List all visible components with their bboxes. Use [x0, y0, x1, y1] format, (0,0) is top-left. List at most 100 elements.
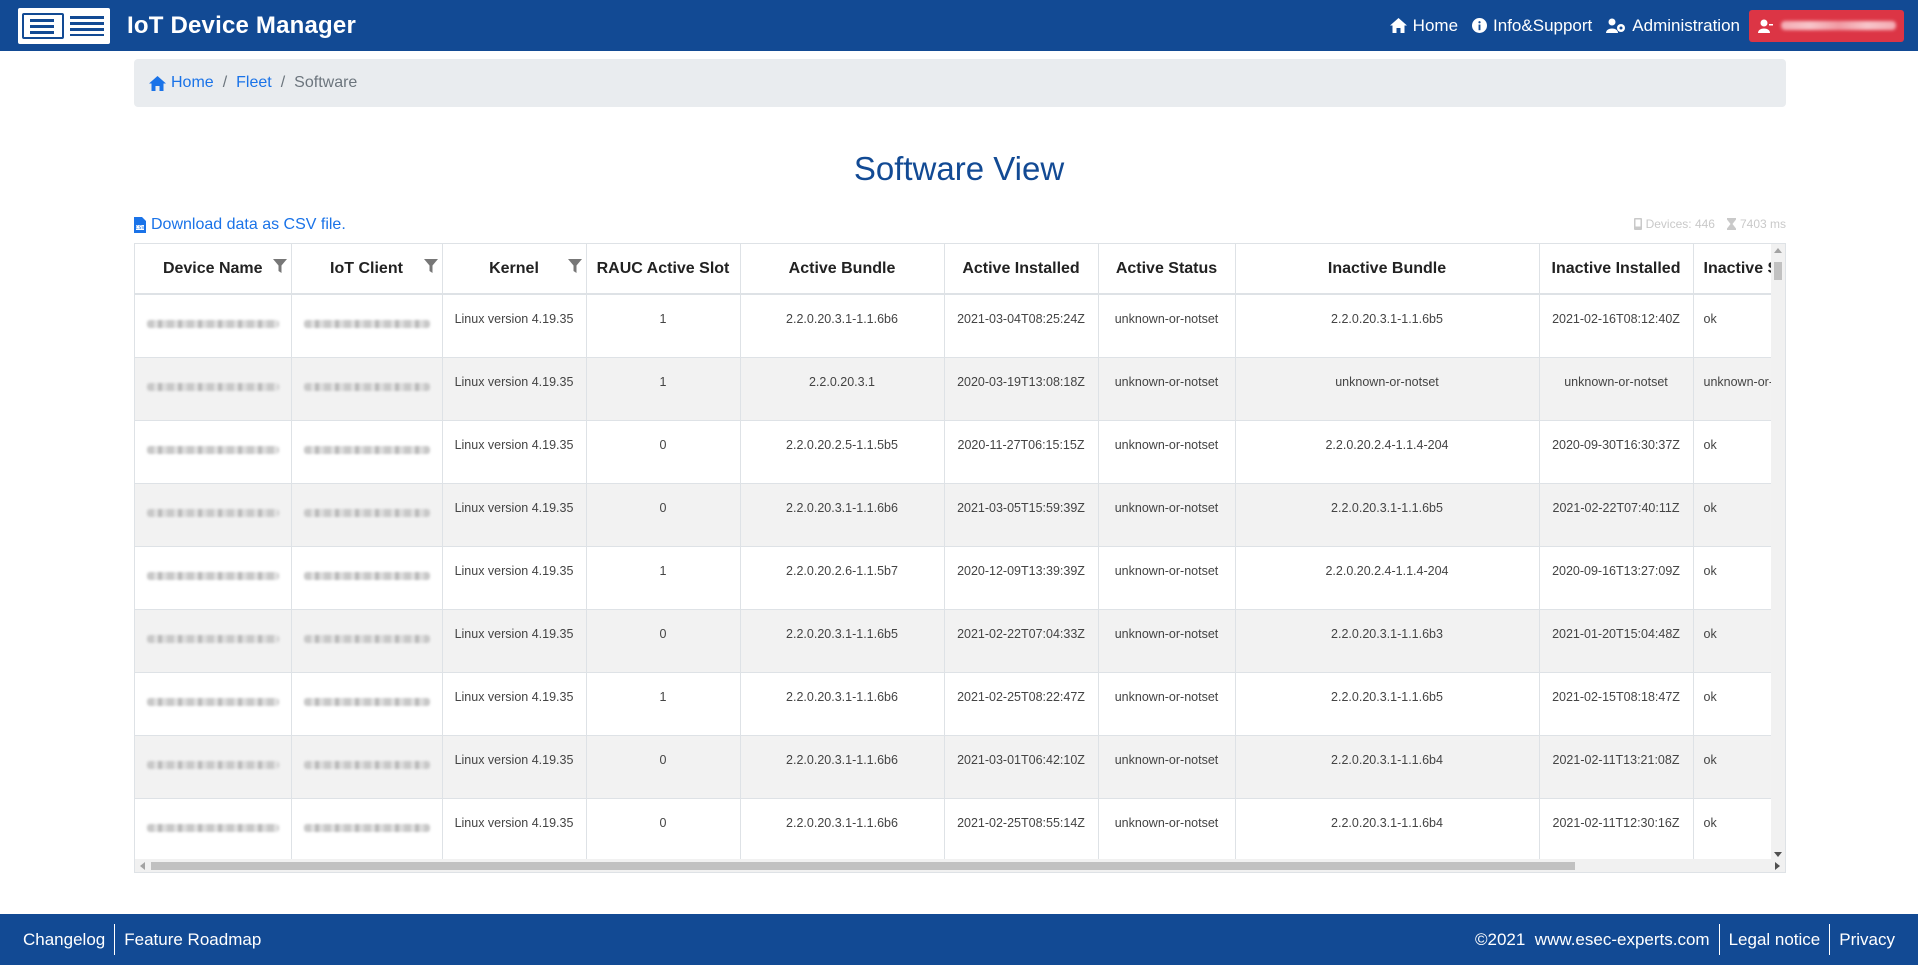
- active-bundle-cell: 2.2.0.20.3.1-1.1.6b6: [740, 483, 945, 547]
- kernel-cell: Linux version 4.19.35: [442, 546, 587, 610]
- table-row[interactable]: Linux version 4.19.35 1 2.2.0.20.3.1-1.1.6…: [135, 672, 1785, 736]
- scroll-down-arrow[interactable]: [1774, 852, 1782, 857]
- rauc-slot-cell: 1: [586, 546, 741, 610]
- home-icon: [149, 75, 166, 91]
- redacted-value: [303, 571, 430, 580]
- inactive-bundle-cell: 2.2.0.20.3.1-1.1.6b4: [1235, 735, 1540, 799]
- iot-client-cell: [291, 357, 443, 421]
- breadcrumb: Home / Fleet / Software: [134, 59, 1786, 107]
- active-bundle-cell: 2.2.0.20.3.1: [740, 357, 945, 421]
- inactive-installed-cell: 2021-01-20T15:04:48Z: [1539, 609, 1694, 673]
- redacted-value: [303, 445, 430, 454]
- filter-icon[interactable]: [423, 259, 438, 273]
- breadcrumb-home-link[interactable]: Home: [149, 74, 214, 92]
- rauc-slot-cell: 0: [586, 798, 741, 862]
- breadcrumb-fleet-link[interactable]: Fleet: [236, 74, 272, 92]
- active-status-cell: unknown-or-notset: [1098, 735, 1236, 799]
- footer: Changelog Feature Roadmap ©2021 www.esec…: [0, 914, 1918, 965]
- top-navbar: IoT Device Manager Home Info&Support Adm…: [0, 0, 1918, 51]
- users-cog-icon: [1606, 18, 1626, 33]
- active-bundle-cell: 2.2.0.20.3.1-1.1.6b6: [740, 798, 945, 862]
- redacted-value: [146, 634, 279, 643]
- table-row[interactable]: Linux version 4.19.35 0 2.2.0.20.3.1-1.1.6…: [135, 609, 1785, 673]
- csv-file-icon: CSV: [134, 217, 146, 233]
- vertical-scroll-thumb[interactable]: [1774, 262, 1782, 280]
- info-icon: [1472, 18, 1488, 33]
- nav-home-link[interactable]: Home: [1389, 16, 1458, 36]
- table-row[interactable]: Linux version 4.19.35 0 2.2.0.20.3.1-1.1.6…: [135, 798, 1785, 862]
- table-row[interactable]: Linux version 4.19.35 1 2.2.0.20.3.1 2020-0…: [135, 357, 1785, 421]
- column-header-iot-client[interactable]: IoT Client: [291, 244, 443, 295]
- scroll-left-arrow[interactable]: [140, 862, 145, 870]
- footer-copyright: ©2021 www.esec-experts.com: [1466, 924, 1719, 955]
- horizontal-scrollbar[interactable]: [135, 859, 1785, 872]
- column-header-kernel[interactable]: Kernel: [442, 244, 587, 295]
- active-installed-cell: 2021-03-01T06:42:10Z: [944, 735, 1099, 799]
- inactive-bundle-cell: 2.2.0.20.2.4-1.1.4-204: [1235, 420, 1540, 484]
- rauc-slot-cell: 1: [586, 357, 741, 421]
- column-header-inactive-installed[interactable]: Inactive Installed: [1539, 244, 1694, 295]
- column-header-inactive-bundle[interactable]: Inactive Bundle: [1235, 244, 1540, 295]
- device-name-cell: [135, 483, 292, 547]
- table-row[interactable]: Linux version 4.19.35 0 2.2.0.20.3.1-1.1.6…: [135, 735, 1785, 799]
- breadcrumb-separator: /: [280, 74, 286, 91]
- inactive-installed-cell: 2021-02-16T08:12:40Z: [1539, 294, 1694, 358]
- iot-client-cell: [291, 672, 443, 736]
- footer-right-links: ©2021 www.esec-experts.com Legal notice …: [1466, 924, 1904, 955]
- device-name-cell: [135, 798, 292, 862]
- scroll-right-arrow[interactable]: [1775, 862, 1780, 870]
- redacted-value: [303, 634, 430, 643]
- active-installed-cell: 2021-03-05T15:59:39Z: [944, 483, 1099, 547]
- table-row[interactable]: Linux version 4.19.35 0 2.2.0.20.2.5-1.1.5…: [135, 420, 1785, 484]
- kernel-cell: Linux version 4.19.35: [442, 798, 587, 862]
- footer-site-link[interactable]: www.esec-experts.com: [1535, 930, 1710, 950]
- column-header-active-status[interactable]: Active Status: [1098, 244, 1236, 295]
- horizontal-scroll-thumb[interactable]: [151, 862, 1575, 870]
- app-title[interactable]: IoT Device Manager: [127, 12, 356, 40]
- device-name-cell: [135, 294, 292, 358]
- device-name-cell: [135, 672, 292, 736]
- active-bundle-cell: 2.2.0.20.2.6-1.1.5b7: [740, 546, 945, 610]
- redacted-value: [146, 823, 279, 832]
- software-table-container[interactable]: Device Name IoT Client Kernel RAUC Activ…: [134, 243, 1786, 873]
- nav-administration-link[interactable]: Administration: [1606, 16, 1740, 36]
- vertical-scrollbar[interactable]: [1771, 244, 1785, 861]
- embedded-security-experts-logo[interactable]: [18, 7, 110, 44]
- footer-legal-notice-link[interactable]: Legal notice: [1718, 924, 1830, 955]
- column-header-rauc-active-slot[interactable]: RAUC Active Slot: [586, 244, 741, 295]
- table-row[interactable]: Linux version 4.19.35 0 2.2.0.20.3.1-1.1.6…: [135, 483, 1785, 547]
- footer-changelog-link[interactable]: Changelog: [14, 924, 114, 955]
- footer-privacy-link[interactable]: Privacy: [1829, 924, 1904, 955]
- rauc-slot-cell: 0: [586, 483, 741, 547]
- table-stats: Devices: 446 7403 ms: [1622, 217, 1786, 231]
- filter-icon[interactable]: [567, 259, 582, 273]
- table-row[interactable]: Linux version 4.19.35 1 2.2.0.20.3.1-1.1.6…: [135, 294, 1785, 358]
- rauc-slot-cell: 1: [586, 294, 741, 358]
- inactive-bundle-cell: 2.2.0.20.2.4-1.1.4-204: [1235, 546, 1540, 610]
- nav-info-support-link[interactable]: Info&Support: [1472, 16, 1592, 36]
- column-header-device-name[interactable]: Device Name: [135, 244, 292, 295]
- inactive-bundle-cell: 2.2.0.20.3.1-1.1.6b3: [1235, 609, 1540, 673]
- svg-text:CSV: CSV: [135, 225, 145, 231]
- download-csv-link[interactable]: CSV Download data as CSV file.: [134, 216, 346, 234]
- redacted-value: [303, 320, 430, 328]
- column-header-active-bundle[interactable]: Active Bundle: [740, 244, 945, 295]
- redacted-value: [146, 445, 279, 454]
- inactive-installed-cell: unknown-or-notset: [1539, 357, 1694, 421]
- breadcrumb-separator: /: [222, 74, 228, 91]
- filter-icon[interactable]: [272, 259, 287, 273]
- active-bundle-cell: 2.2.0.20.3.1-1.1.6b6: [740, 672, 945, 736]
- inactive-bundle-cell: unknown-or-notset: [1235, 357, 1540, 421]
- column-header-active-installed[interactable]: Active Installed: [944, 244, 1099, 295]
- footer-left-links: Changelog Feature Roadmap: [14, 924, 270, 955]
- footer-feature-roadmap-link[interactable]: Feature Roadmap: [114, 924, 270, 955]
- kernel-cell: Linux version 4.19.35: [442, 609, 587, 673]
- active-bundle-cell: 2.2.0.20.3.1-1.1.6b6: [740, 294, 945, 358]
- active-installed-cell: 2020-11-27T06:15:15Z: [944, 420, 1099, 484]
- hourglass-icon: [1726, 218, 1736, 230]
- active-status-cell: unknown-or-notset: [1098, 609, 1236, 673]
- scroll-up-arrow[interactable]: [1774, 248, 1782, 253]
- table-row[interactable]: Linux version 4.19.35 1 2.2.0.20.2.6-1.1.5…: [135, 546, 1785, 610]
- user-account-button[interactable]: [1749, 9, 1904, 42]
- redacted-value: [146, 320, 279, 328]
